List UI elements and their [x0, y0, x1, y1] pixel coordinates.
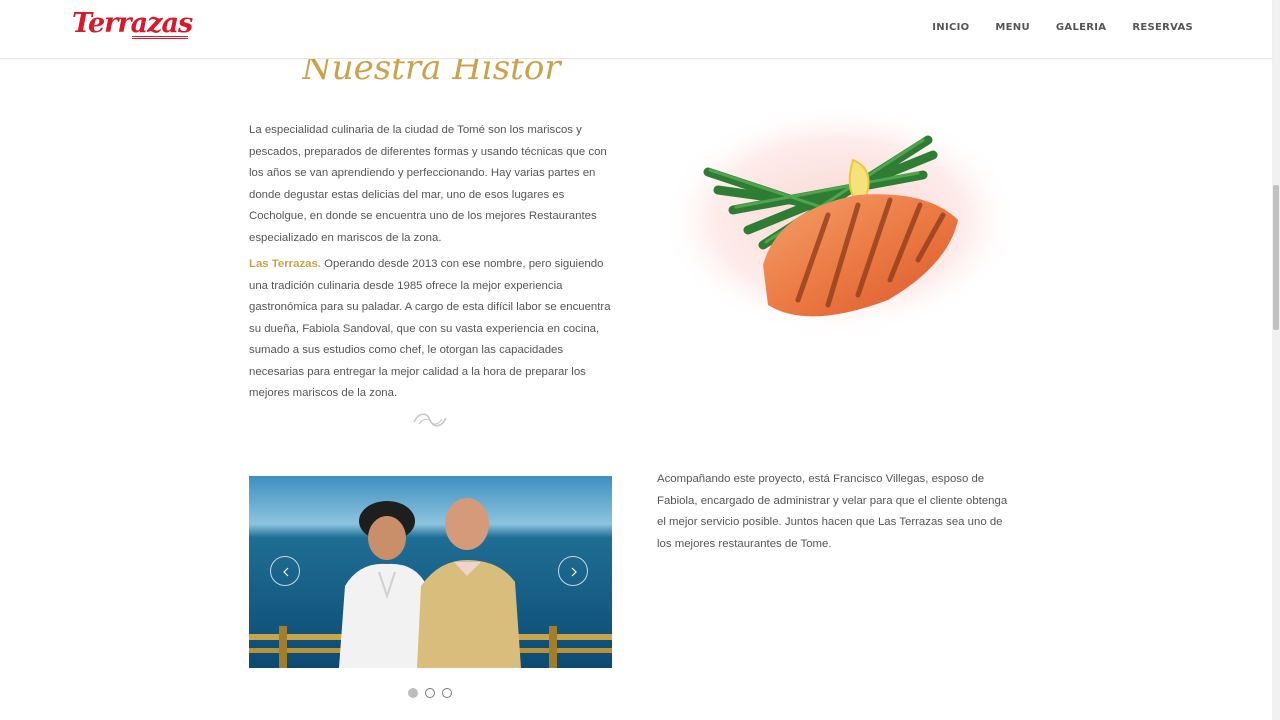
history-paragraph-3: Acompañando este proyecto, está Francisc… — [657, 473, 1008, 550]
site-header: Terrazas INICIO MENU GALERIA RESERVAS — [0, 0, 1272, 59]
owners-photo-carousel[interactable] — [249, 476, 612, 668]
carousel-pagination — [408, 688, 452, 698]
nav-menu[interactable]: MENU — [995, 22, 1029, 33]
history-paragraph-2-text: Operando desde 2013 con ese nombre, pero… — [249, 258, 611, 399]
history-paragraph-2: Las Terrazas. Operando desde 2013 con es… — [249, 254, 619, 405]
site-logo[interactable]: Terrazas — [72, 8, 193, 39]
history-paragraph-1: La especialidad culinaria de la ciudad d… — [249, 124, 607, 244]
chevron-right-icon — [571, 567, 577, 577]
page-scrollbar[interactable] — [1272, 0, 1280, 720]
nav-galeria[interactable]: GALERIA — [1056, 22, 1106, 33]
scrollbar-thumb[interactable] — [1273, 185, 1279, 330]
restaurant-name-highlight: Las Terrazas. — [249, 258, 321, 270]
carousel-prev-button[interactable] — [270, 556, 300, 586]
nav-inicio[interactable]: INICIO — [932, 22, 969, 33]
carousel-dot-1[interactable] — [408, 688, 418, 698]
main-nav: INICIO MENU GALERIA RESERVAS — [906, 22, 1193, 33]
chevron-left-icon — [283, 567, 289, 577]
carousel-dot-3[interactable] — [442, 688, 452, 698]
carousel-dot-2[interactable] — [425, 688, 435, 698]
grilled-salmon-image — [660, 104, 1020, 336]
nav-reservas[interactable]: RESERVAS — [1132, 22, 1193, 33]
logo-underline — [132, 36, 188, 39]
flourish-divider-icon — [413, 413, 447, 427]
carousel-next-button[interactable] — [558, 556, 588, 586]
